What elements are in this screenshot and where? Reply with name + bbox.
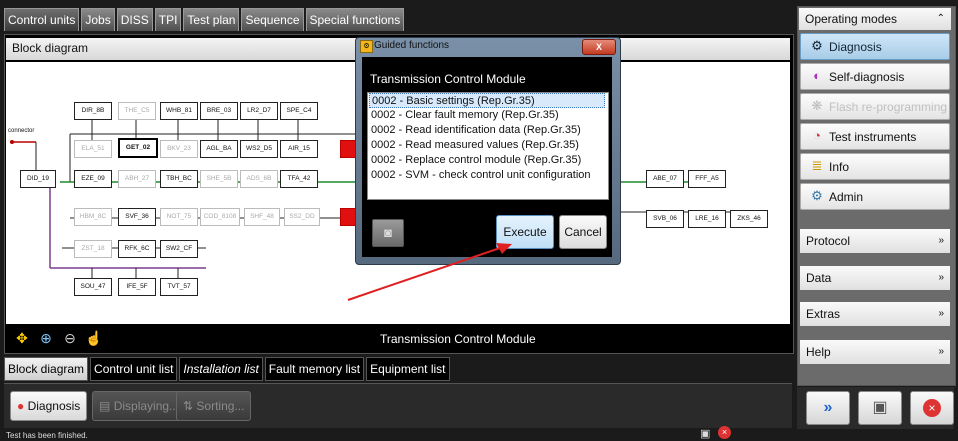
annotation-arrow xyxy=(347,243,512,301)
